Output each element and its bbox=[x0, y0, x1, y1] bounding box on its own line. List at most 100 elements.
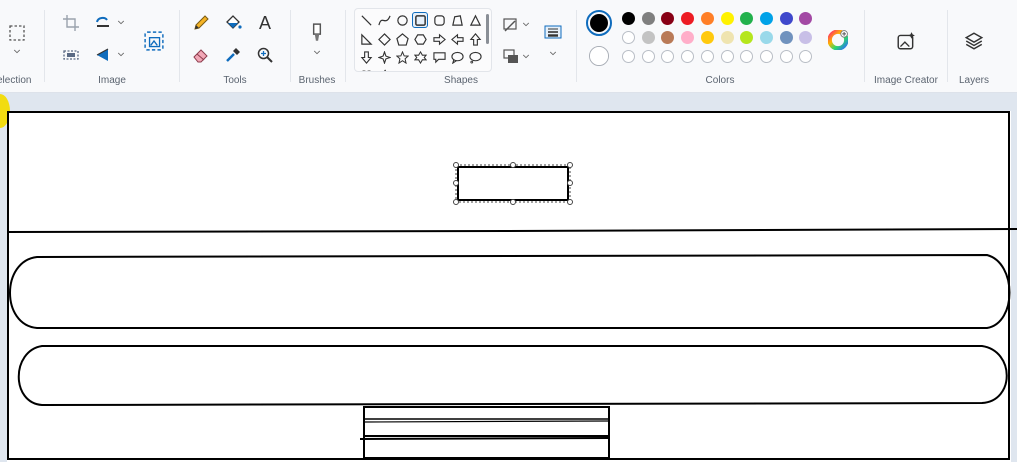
line-shape[interactable] bbox=[358, 12, 374, 28]
palette-swatch[interactable] bbox=[661, 12, 675, 25]
curve-shape[interactable] bbox=[376, 12, 392, 28]
empty-palette-slot[interactable] bbox=[641, 50, 655, 63]
image-creator-button[interactable] bbox=[892, 28, 920, 54]
chevron-down-icon bbox=[117, 20, 125, 25]
chevron-down-icon bbox=[549, 51, 557, 56]
rect-callout-icon bbox=[432, 51, 446, 63]
palette-swatch[interactable] bbox=[799, 12, 813, 25]
empty-palette-slot[interactable] bbox=[759, 50, 773, 63]
select-all-button[interactable] bbox=[58, 44, 84, 66]
left-arrow-shape[interactable] bbox=[449, 31, 465, 47]
oval-callout-shape[interactable] bbox=[449, 49, 465, 65]
palette-swatch[interactable] bbox=[641, 12, 655, 25]
palette-swatch[interactable] bbox=[720, 31, 734, 44]
palette-swatch[interactable] bbox=[759, 31, 773, 44]
edit-colors-button[interactable] bbox=[826, 28, 850, 52]
rect-callout-shape[interactable] bbox=[431, 49, 447, 65]
pencil-button[interactable] bbox=[188, 12, 214, 34]
palette-swatch[interactable] bbox=[740, 31, 754, 44]
group-divider bbox=[290, 10, 291, 82]
empty-palette-slot[interactable] bbox=[681, 50, 695, 63]
chevron-down-icon bbox=[522, 22, 530, 27]
empty-palette-slot[interactable] bbox=[720, 50, 734, 63]
hexagon-icon bbox=[413, 33, 427, 45]
empty-palette-slot[interactable] bbox=[740, 50, 754, 63]
empty-palette-slot[interactable] bbox=[622, 50, 635, 63]
canvas-drawing bbox=[6, 111, 1017, 460]
palette-swatch[interactable] bbox=[779, 31, 793, 44]
colors-group: Colors bbox=[578, 0, 862, 92]
four-point-star-shape[interactable] bbox=[376, 49, 392, 65]
palette-swatch[interactable] bbox=[720, 12, 734, 25]
down-arrow-shape[interactable] bbox=[358, 49, 374, 65]
fill-style-dropdown[interactable] bbox=[520, 48, 532, 64]
line-icon bbox=[360, 14, 372, 26]
palette-swatch[interactable] bbox=[622, 12, 635, 25]
palette-swatch[interactable] bbox=[759, 12, 773, 25]
polygon-shape[interactable] bbox=[449, 12, 465, 28]
five-point-star-shape[interactable] bbox=[394, 49, 410, 65]
color-2-selector[interactable] bbox=[589, 46, 609, 66]
rounded-rectangle-shape[interactable] bbox=[431, 12, 447, 28]
diamond-shape[interactable] bbox=[376, 31, 392, 47]
shapes-gallery-scrollbar[interactable] bbox=[486, 14, 489, 44]
color-1-selector[interactable] bbox=[586, 10, 612, 36]
lightning-shape[interactable] bbox=[376, 67, 392, 71]
magnifier-button[interactable] bbox=[252, 44, 278, 66]
drawing-canvas[interactable] bbox=[6, 111, 1017, 462]
resize-button[interactable] bbox=[90, 12, 116, 34]
palette-swatch[interactable] bbox=[622, 31, 635, 44]
cloud-callout-shape[interactable] bbox=[467, 49, 483, 65]
hexagon-shape[interactable] bbox=[412, 31, 428, 47]
six-point-star-shape[interactable] bbox=[412, 49, 428, 65]
brushes-button[interactable] bbox=[304, 20, 330, 46]
palette-swatch[interactable] bbox=[641, 31, 655, 44]
chevron-down-icon bbox=[522, 54, 530, 59]
palette-swatch[interactable] bbox=[681, 31, 695, 44]
crop-button[interactable] bbox=[58, 12, 84, 34]
group-divider bbox=[179, 10, 180, 82]
text-button[interactable]: A bbox=[252, 12, 278, 34]
palette-swatch[interactable] bbox=[700, 12, 714, 25]
heart-shape[interactable] bbox=[358, 67, 374, 71]
fill-button[interactable] bbox=[220, 12, 246, 34]
resize-dropdown[interactable] bbox=[114, 14, 128, 30]
polygon-icon bbox=[451, 14, 463, 26]
palette-swatch[interactable] bbox=[779, 12, 793, 25]
palette-swatch[interactable] bbox=[700, 31, 714, 44]
group-divider bbox=[864, 10, 865, 82]
right-triangle-shape[interactable] bbox=[358, 31, 374, 47]
color-picker-button[interactable] bbox=[220, 44, 246, 66]
up-arrow-shape[interactable] bbox=[467, 31, 483, 47]
triangle-shape[interactable] bbox=[467, 12, 483, 28]
color-palette bbox=[622, 12, 822, 72]
palette-swatch[interactable] bbox=[681, 12, 695, 25]
rectangle-shape[interactable] bbox=[412, 12, 428, 28]
pentagon-shape[interactable] bbox=[394, 31, 410, 47]
rotate-button[interactable] bbox=[90, 44, 116, 66]
empty-palette-slot[interactable] bbox=[799, 50, 813, 63]
outline-dropdown[interactable] bbox=[520, 16, 532, 32]
image-group-label: Image bbox=[98, 75, 126, 86]
stroke-size-button[interactable] bbox=[540, 22, 566, 44]
palette-swatch[interactable] bbox=[799, 31, 813, 44]
eraser-button[interactable] bbox=[188, 44, 214, 66]
oval-shape[interactable] bbox=[394, 12, 410, 28]
rotate-dropdown[interactable] bbox=[114, 46, 128, 62]
image-creator-group-label: Image Creator bbox=[874, 75, 938, 86]
selected-rectangle-shape bbox=[457, 166, 569, 201]
group-divider bbox=[44, 10, 45, 82]
rectangle-select-button[interactable] bbox=[4, 20, 30, 46]
layers-button[interactable] bbox=[960, 28, 988, 54]
stroke-size-dropdown[interactable] bbox=[546, 46, 560, 60]
palette-swatch[interactable] bbox=[661, 31, 675, 44]
palette-swatch[interactable] bbox=[740, 12, 754, 25]
empty-palette-slot[interactable] bbox=[661, 50, 675, 63]
right-arrow-shape[interactable] bbox=[431, 31, 447, 47]
selection-dropdown[interactable] bbox=[8, 44, 26, 58]
empty-palette-slot[interactable] bbox=[700, 50, 714, 63]
brushes-dropdown[interactable] bbox=[310, 46, 324, 58]
background-removal-button[interactable] bbox=[140, 28, 168, 54]
empty-palette-slot[interactable] bbox=[779, 50, 793, 63]
rounded-bar-shape bbox=[9, 253, 1011, 329]
